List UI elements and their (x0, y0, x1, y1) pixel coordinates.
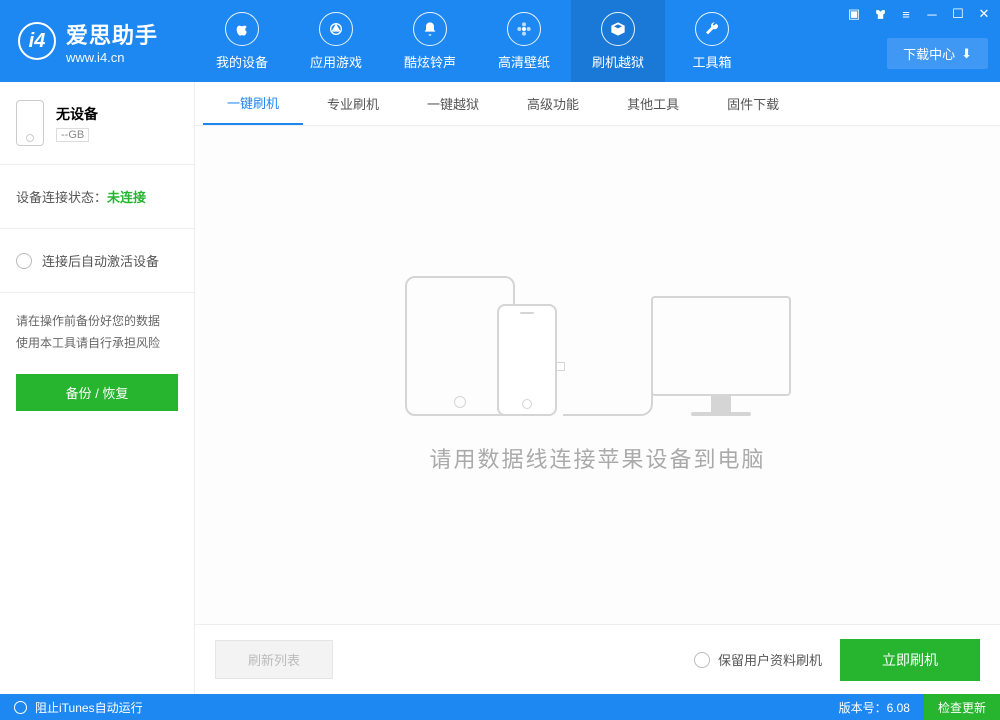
check-update-button[interactable]: 检查更新 (924, 694, 1000, 720)
app-icon (319, 12, 353, 46)
radio-icon[interactable] (14, 701, 27, 714)
bell-icon (413, 12, 447, 46)
status-bar: 阻止iTunes自动运行 版本号：6.08 检查更新 (0, 694, 1000, 720)
subtab-oneclick-jailbreak[interactable]: 一键越狱 (403, 82, 503, 125)
sidebar: 无设备 --GB 设备连接状态：未连接 连接后自动激活设备 请在操作前备份好您的… (0, 82, 195, 694)
logo-icon: i4 (18, 22, 56, 60)
wrench-icon (695, 12, 729, 46)
app-title: 爱思助手 (66, 18, 158, 50)
subtab-oneclick-flash[interactable]: 一键刷机 (203, 82, 303, 125)
subtab-other-tools[interactable]: 其他工具 (603, 82, 703, 125)
skin-icon[interactable] (872, 6, 888, 22)
backup-restore-button[interactable]: 备份 / 恢复 (16, 374, 178, 411)
main-nav: 我的设备 应用游戏 酷炫铃声 高清壁纸 刷机越狱 工具箱 (195, 0, 759, 82)
phone-outline-icon (16, 100, 44, 146)
download-center-button[interactable]: 下载中心 ⬇ (887, 38, 988, 69)
nav-toolbox[interactable]: 工具箱 (665, 0, 759, 82)
app-url: www.i4.cn (66, 50, 158, 65)
nav-wallpapers[interactable]: 高清壁纸 (477, 0, 571, 82)
subtab-firmware[interactable]: 固件下载 (703, 82, 803, 125)
nav-my-device[interactable]: 我的设备 (195, 0, 289, 82)
maximize-icon[interactable]: ☐ (950, 6, 966, 22)
main-panel: 一键刷机 专业刷机 一键越狱 高级功能 其他工具 固件下载 请用数据线连接苹果设… (195, 82, 1000, 694)
minimize-icon[interactable]: ─ (924, 6, 940, 22)
device-name: 无设备 (56, 104, 98, 124)
connection-status-row: 设备连接状态：未连接 (0, 165, 194, 229)
auto-activate-option[interactable]: 连接后自动激活设备 (0, 229, 194, 293)
flower-icon (507, 12, 541, 46)
version-label: 版本号：6.08 (825, 699, 924, 716)
feedback-icon[interactable]: ▣ (846, 6, 862, 22)
device-block: 无设备 --GB (0, 82, 194, 165)
warning-text: 请在操作前备份好您的数据 使用本工具请自行承担风险 (0, 293, 194, 366)
content-area: 请用数据线连接苹果设备到电脑 (195, 126, 1000, 624)
nav-flash-jailbreak[interactable]: 刷机越狱 (571, 0, 665, 82)
nav-ringtones[interactable]: 酷炫铃声 (383, 0, 477, 82)
subtab-pro-flash[interactable]: 专业刷机 (303, 82, 403, 125)
connection-status-value: 未连接 (107, 190, 146, 205)
keep-user-data-option[interactable]: 保留用户资料刷机 (694, 650, 822, 669)
connect-hint: 请用数据线连接苹果设备到电脑 (429, 442, 765, 474)
titlebar-controls: ▣ ≡ ─ ☐ ✕ (846, 6, 992, 22)
header: i4 爱思助手 www.i4.cn 我的设备 应用游戏 酷炫铃声 高清壁纸 刷机… (0, 0, 1000, 82)
logo-block[interactable]: i4 爱思助手 www.i4.cn (0, 0, 195, 82)
radio-icon (694, 652, 710, 668)
nav-apps[interactable]: 应用游戏 (289, 0, 383, 82)
device-storage: --GB (56, 128, 89, 142)
download-icon: ⬇ (961, 46, 972, 62)
close-icon[interactable]: ✕ (976, 6, 992, 22)
sub-tabs: 一键刷机 专业刷机 一键越狱 高级功能 其他工具 固件下载 (195, 82, 1000, 126)
bottom-bar: 刷新列表 保留用户资料刷机 立即刷机 (195, 624, 1000, 694)
flash-now-button[interactable]: 立即刷机 (840, 639, 980, 681)
cable-icon (563, 366, 653, 416)
radio-icon (16, 253, 32, 269)
menu-icon[interactable]: ≡ (898, 6, 914, 22)
monitor-icon (651, 296, 791, 416)
box-icon (601, 12, 635, 46)
iphone-icon (497, 304, 557, 416)
refresh-list-button[interactable]: 刷新列表 (215, 640, 333, 679)
block-itunes-label[interactable]: 阻止iTunes自动运行 (35, 699, 143, 716)
connect-illustration (405, 276, 791, 416)
apple-icon (225, 12, 259, 46)
subtab-advanced[interactable]: 高级功能 (503, 82, 603, 125)
